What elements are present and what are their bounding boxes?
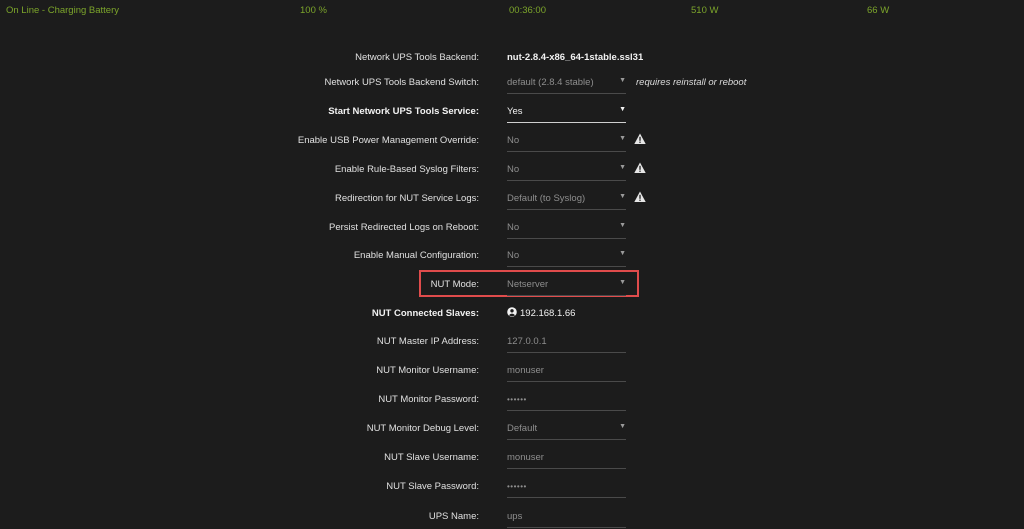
- warning-icon[interactable]: [634, 191, 646, 203]
- master-ip-input[interactable]: 127.0.0.1: [507, 332, 626, 353]
- nominal-watts: 66 W: [867, 5, 890, 16]
- usb-override-label: Enable USB Power Management Override:: [297, 135, 479, 146]
- monitor-username-label: NUT Monitor Username:: [376, 365, 479, 376]
- log-redirection-value: Default (to Syslog): [507, 193, 586, 204]
- monitor-password-input[interactable]: ••••••: [507, 390, 626, 411]
- setting-row-log-redirection: Redirection for NUT Service Logs: Defaul…: [0, 189, 1024, 211]
- start-service-value: Yes: [507, 106, 523, 117]
- syslog-filters-select[interactable]: No ▼: [507, 160, 626, 181]
- setting-row-syslog-filters: Enable Rule-Based Syslog Filters: No ▼: [0, 160, 1024, 182]
- chevron-down-icon: ▼: [619, 164, 626, 171]
- log-redirection-label: Redirection for NUT Service Logs:: [335, 193, 479, 204]
- warning-icon[interactable]: [634, 133, 646, 145]
- nut-mode-value: Netserver: [507, 279, 549, 290]
- setting-row-usb-override: Enable USB Power Management Override: No…: [0, 131, 1024, 153]
- monitor-debug-value: Default: [507, 423, 538, 434]
- runtime-left: 00:36:00: [509, 5, 546, 16]
- persist-logs-label: Persist Redirected Logs on Reboot:: [329, 222, 479, 233]
- nut-mode-select[interactable]: Netserver ▼: [507, 275, 626, 296]
- slave-password-value: ••••••: [507, 482, 527, 491]
- chevron-down-icon: ▼: [619, 106, 626, 113]
- setting-row-ups-name: UPS Name: ups: [0, 507, 1024, 529]
- nut-mode-label: NUT Mode:: [430, 279, 479, 290]
- backend-switch-select[interactable]: default (2.8.4 stable) ▼: [507, 73, 626, 94]
- setting-row-start-service: Start Network UPS Tools Service: Yes ▼: [0, 102, 1024, 124]
- connected-slaves-label: NUT Connected Slaves:: [371, 308, 479, 319]
- usb-override-value: No: [507, 135, 520, 146]
- monitor-username-input[interactable]: monuser: [507, 361, 626, 382]
- slave-username-label: NUT Slave Username:: [384, 452, 479, 463]
- chevron-down-icon: ▼: [619, 193, 626, 200]
- manual-config-value: No: [507, 250, 520, 261]
- chevron-down-icon: ▼: [619, 77, 626, 84]
- user-circle-icon: [507, 307, 517, 317]
- chevron-down-icon: ▼: [619, 135, 626, 142]
- backend-switch-label: Network UPS Tools Backend Switch:: [324, 77, 479, 88]
- persist-logs-value: No: [507, 222, 520, 233]
- start-service-label: Start Network UPS Tools Service:: [328, 106, 479, 117]
- setting-row-backend: Network UPS Tools Backend: nut-2.8.4-x86…: [0, 48, 1024, 70]
- master-ip-label: NUT Master IP Address:: [376, 336, 479, 347]
- start-service-select[interactable]: Yes ▼: [507, 102, 626, 123]
- backend-switch-note: requires reinstall or reboot: [636, 77, 747, 88]
- monitor-username-value: monuser: [507, 365, 544, 376]
- setting-row-slave-username: NUT Slave Username: monuser: [0, 448, 1024, 470]
- persist-logs-select[interactable]: No ▼: [507, 218, 626, 239]
- slave-username-input[interactable]: monuser: [507, 448, 626, 469]
- monitor-debug-label: NUT Monitor Debug Level:: [366, 423, 479, 434]
- master-ip-value: 127.0.0.1: [507, 336, 547, 347]
- setting-row-monitor-debug: NUT Monitor Debug Level: Default ▼: [0, 419, 1024, 441]
- ups-name-label: UPS Name:: [428, 511, 479, 522]
- backend-switch-value: default (2.8.4 stable): [507, 77, 594, 88]
- slave-password-label: NUT Slave Password:: [386, 481, 479, 492]
- manual-config-label: Enable Manual Configuration:: [353, 250, 479, 261]
- battery-charge: 100 %: [300, 5, 327, 16]
- ups-state: On Line - Charging Battery: [6, 5, 120, 16]
- slave-password-input[interactable]: ••••••: [507, 477, 626, 498]
- monitor-debug-select[interactable]: Default ▼: [507, 419, 626, 440]
- warning-icon[interactable]: [634, 162, 646, 174]
- chevron-down-icon: ▼: [619, 250, 626, 257]
- setting-row-persist-logs: Persist Redirected Logs on Reboot: No ▼: [0, 218, 1024, 240]
- syslog-filters-label: Enable Rule-Based Syslog Filters:: [334, 164, 479, 175]
- chevron-down-icon: ▼: [619, 423, 626, 430]
- monitor-password-value: ••••••: [507, 395, 527, 404]
- chevron-down-icon: ▼: [619, 222, 626, 229]
- setting-row-connected-slaves: NUT Connected Slaves: 192.168.1.66: [0, 304, 1024, 326]
- syslog-filters-value: No: [507, 164, 520, 175]
- setting-row-monitor-username: NUT Monitor Username: monuser: [0, 361, 1024, 383]
- load-watts: 510 W: [691, 5, 719, 16]
- slave-username-value: monuser: [507, 452, 544, 463]
- ups-name-value: ups: [507, 511, 523, 522]
- manual-config-select[interactable]: No ▼: [507, 246, 626, 267]
- setting-row-slave-password: NUT Slave Password: ••••••: [0, 477, 1024, 499]
- backend-value: nut-2.8.4-x86_64-1stable.ssl31: [507, 52, 644, 63]
- connected-slave-ip: 192.168.1.66: [520, 308, 576, 319]
- setting-row-monitor-password: NUT Monitor Password: ••••••: [0, 390, 1024, 412]
- log-redirection-select[interactable]: Default (to Syslog) ▼: [507, 189, 626, 210]
- backend-label: Network UPS Tools Backend:: [355, 52, 479, 63]
- ups-status-bar: On Line - Charging Battery 100 % 00:36:0…: [0, 0, 1024, 20]
- setting-row-master-ip: NUT Master IP Address: 127.0.0.1: [0, 332, 1024, 354]
- chevron-down-icon: ▼: [619, 279, 626, 286]
- setting-row-backend-switch: Network UPS Tools Backend Switch: defaul…: [0, 73, 1024, 95]
- usb-override-select[interactable]: No ▼: [507, 131, 626, 152]
- setting-row-manual-config: Enable Manual Configuration: No ▼: [0, 246, 1024, 268]
- setting-row-nut-mode: NUT Mode: Netserver ▼: [0, 275, 1024, 297]
- monitor-password-label: NUT Monitor Password:: [378, 394, 479, 405]
